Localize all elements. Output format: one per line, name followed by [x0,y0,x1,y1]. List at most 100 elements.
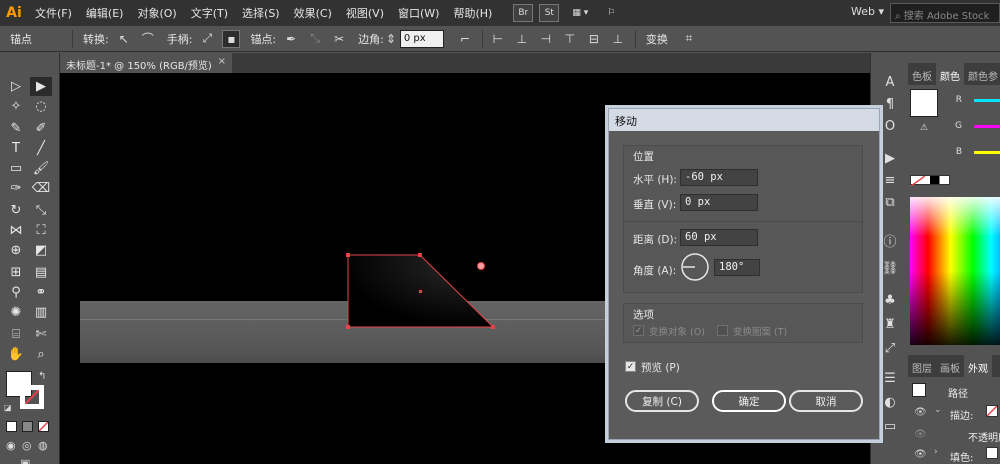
horizontal-input[interactable]: -60 px [680,169,758,186]
links-panel-icon[interactable]: ⛓ [881,259,899,277]
anchor-point[interactable] [418,253,422,257]
gradient-tool-icon[interactable]: ▤ [30,263,52,282]
color-quick-swatches[interactable] [910,175,950,186]
eyedropper-icon[interactable]: ⚲ [5,283,27,302]
visibility-eye-icon[interactable]: 👁 [914,449,927,460]
stock-search-input[interactable]: ⌕ 搜索 Adobe Stock [890,3,1000,23]
paintbrush-icon[interactable]: 🖌 [30,159,52,178]
tab-appearance[interactable]: 外观 [964,355,992,377]
preview-checkbox[interactable]: ✓ [625,361,636,372]
brushes-panel-icon[interactable]: ⤢ [881,339,899,357]
arrange-documents-button[interactable]: ▦ ▾ [565,4,595,22]
info-panel-icon[interactable]: ⓘ [881,231,899,250]
menu-select[interactable]: 选择(S) [235,5,287,21]
slice-tool-icon[interactable]: ✄ [30,325,52,344]
eraser-icon[interactable]: ⌫ [30,179,52,198]
transparency-panel-icon[interactable]: ◐ [881,393,899,411]
shape-builder-icon[interactable]: ⊕ [5,241,27,260]
magic-wand-icon[interactable]: ✧ [5,97,27,116]
mesh-tool-icon[interactable]: ⊞ [5,263,27,282]
stock-button[interactable]: St [539,4,560,22]
align-left-icon[interactable]: ⊢ [489,30,507,48]
direct-selection-tool-icon[interactable]: ▶ [30,77,52,96]
tab-color[interactable]: 颜色 [936,63,964,85]
screen-mode-icon[interactable]: ▣ [20,457,30,464]
workspace-switcher[interactable]: Web ▾ [851,5,884,18]
artboard-tool-icon[interactable]: ⌸ [5,325,27,344]
tab-artboards[interactable]: 画板 [936,355,964,377]
angle-dial-icon[interactable] [680,252,710,282]
pathfinder-panel-icon[interactable]: ⧉ [881,193,899,211]
width-tool-icon[interactable]: ⋈ [5,221,27,240]
visibility-eye-icon[interactable]: 👁 [914,407,927,418]
fill-white-swatch[interactable] [986,447,998,459]
line-tool-icon[interactable]: ╱ [30,139,52,158]
anchor-point[interactable] [491,325,495,329]
angle-input[interactable]: 180° [714,259,760,276]
rectangle-tool-icon[interactable]: ▭ [5,159,27,178]
blue-slider-track[interactable] [974,150,1000,154]
graph-tool-icon[interactable]: ▥ [30,303,52,322]
rotate-tool-icon[interactable]: ↻ [5,201,27,220]
menu-window[interactable]: 窗口(W) [391,5,446,21]
selection-tool-icon[interactable]: ▷ [5,77,27,96]
curvature-tool-icon[interactable]: ✐ [30,119,52,138]
close-tab-icon[interactable]: × [218,56,226,67]
show-handles-icon[interactable]: ⤢ [198,30,216,48]
green-slider-track[interactable] [974,124,1000,128]
live-corner-widget[interactable] [477,262,485,270]
cancel-button[interactable]: 取消 [789,390,863,412]
opentype-panel-icon[interactable]: O [881,117,899,135]
red-slider[interactable]: R [912,93,1000,107]
menu-view[interactable]: 视图(V) [339,5,391,21]
align-panel-icon[interactable]: ≡ [881,171,899,189]
swap-colors-icon[interactable]: ↰ [38,371,46,382]
anchor-point[interactable] [346,253,350,257]
menu-effect[interactable]: 效果(C) [287,5,339,21]
menu-file[interactable]: 文件(F) [28,5,79,21]
gpu-performance-icon[interactable]: ⚐ [601,4,621,22]
red-slider-track[interactable] [974,98,1000,102]
vertical-input[interactable]: 0 px [680,194,758,211]
tab-layers[interactable]: 图层 [908,355,936,377]
isolate-icon[interactable]: ⌗ [680,30,698,48]
none-mode-icon[interactable] [38,421,49,432]
draw-inside-icon[interactable]: ◍ [38,439,48,452]
green-slider[interactable]: G [912,119,1000,133]
align-top-icon[interactable]: ⊤ [561,30,579,48]
default-colors-icon[interactable]: ◪ [4,403,12,412]
hand-tool-icon[interactable]: ✋ [5,345,27,364]
anchor-point[interactable] [346,325,350,329]
draw-normal-icon[interactable]: ◉ [6,439,16,452]
tab-color-guide[interactable]: 颜色参 [964,63,1000,85]
free-transform-icon[interactable]: ⛶ [30,221,52,240]
convert-corner-icon[interactable]: ↖ [115,30,133,48]
actions-panel-icon[interactable]: ▶ [881,149,899,167]
symbols-panel-icon[interactable]: ♣ [881,291,899,309]
stepper-icon[interactable]: ⇕ [386,30,396,48]
stroke-none-swatch[interactable] [986,405,998,417]
blend-tool-icon[interactable]: ⚭ [30,283,52,302]
corner-options-icon[interactable]: ⌐ [456,30,474,48]
document-tab[interactable]: 未标题-1* @ 150% (RGB/预览) × [60,53,232,73]
menu-type[interactable]: 文字(T) [184,5,235,21]
bridge-button[interactable]: Br [513,4,534,22]
zoom-tool-icon[interactable]: ⌕ [30,345,52,364]
distance-input[interactable]: 60 px [680,229,758,246]
layers-panel-icon[interactable]: ▭ [881,417,899,435]
paragraph-panel-icon[interactable]: ¶ [881,95,899,113]
pen-tool-icon[interactable]: ✎ [5,119,27,138]
visibility-eye-icon[interactable]: 👁 [914,429,927,440]
type-tool-icon[interactable]: T [5,139,27,158]
transform-link[interactable]: 变换 [646,31,668,47]
convert-smooth-icon[interactable]: ⌒ [139,30,157,48]
gradient-mode-icon[interactable] [22,421,33,432]
draw-behind-icon[interactable]: ◎ [22,439,32,452]
graphic-styles-icon[interactable]: ♜ [881,315,899,333]
menu-edit[interactable]: 编辑(E) [79,5,131,21]
cut-path-icon[interactable]: ✂ [330,30,348,48]
lasso-icon[interactable]: ◌ [30,97,52,116]
menu-help[interactable]: 帮助(H) [446,5,499,21]
copy-button[interactable]: 复制 (C) [625,390,699,412]
scale-tool-icon[interactable]: ⤡ [30,201,52,220]
